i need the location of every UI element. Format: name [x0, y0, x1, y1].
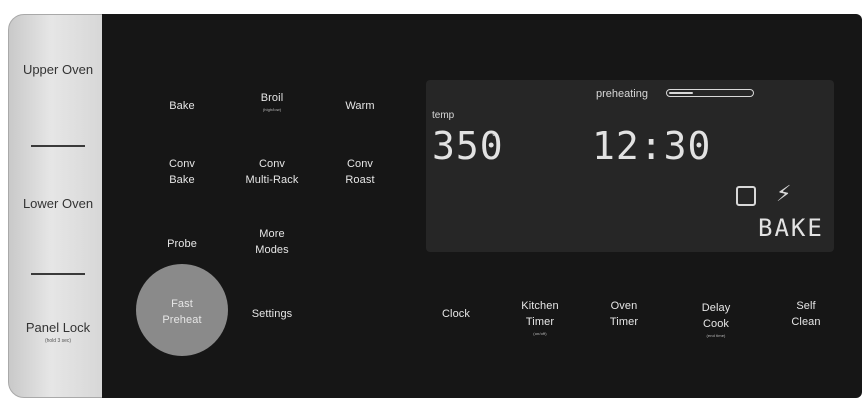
preheat-progress-bar: [666, 89, 754, 97]
conv-roast-label-2: Roast: [345, 174, 375, 186]
degree-mark: °: [492, 132, 497, 144]
lightning-icon: ⚡︎: [776, 181, 792, 206]
panel-lock-button[interactable]: Panel Lock (hold 3 sec): [15, 319, 101, 345]
panel-lock-hint: (hold 3 sec): [44, 338, 72, 344]
preheating-label: preheating: [596, 88, 648, 100]
more-modes-label-2: Modes: [255, 244, 289, 256]
lower-oven-button[interactable]: Lower Oven: [15, 195, 101, 213]
warm-button[interactable]: Warm: [305, 98, 415, 114]
self-clean-label-2: Clean: [791, 316, 821, 328]
preheat-progress-fill: [669, 91, 693, 94]
warm-label: Warm: [345, 100, 375, 112]
upper-oven-label-2: Oven: [61, 62, 94, 77]
kitchen-timer-hint: (on/off): [533, 331, 547, 336]
panel-lock-label-2: Lock: [62, 320, 91, 335]
oven-control-panel: Bake Broil (high/low) Warm Conv Bake Con…: [102, 14, 862, 398]
oven-select-panel: Upper Oven Lower Oven Panel Lock (hold 3…: [8, 14, 104, 398]
lower-oven-label-1: Lower: [22, 196, 59, 211]
more-modes-button[interactable]: More Modes: [217, 226, 327, 258]
settings-label: Settings: [251, 308, 293, 320]
panel-lock-label-1: Panel: [25, 320, 60, 335]
clock-readout: 12:30: [592, 124, 712, 168]
mode-readout: BAKE: [758, 214, 824, 242]
lower-oven-label-2: Oven: [61, 196, 94, 211]
self-clean-button[interactable]: Self Clean: [751, 298, 861, 330]
self-clean-label-1: Self: [796, 300, 816, 312]
temp-label: temp: [432, 110, 455, 121]
door-lock-icon: [736, 186, 756, 206]
upper-oven-label-1: Upper: [22, 62, 59, 77]
conv-roast-label-1: Conv: [346, 158, 374, 170]
more-modes-label-1: More: [259, 228, 285, 240]
divider: [31, 273, 85, 275]
upper-oven-button[interactable]: Upper Oven: [15, 61, 101, 79]
settings-button[interactable]: Settings: [217, 306, 327, 322]
oven-display: preheating temp 350 ° 12:30 ⚡︎ BAKE: [426, 80, 834, 252]
delay-cook-hint: (end time): [706, 333, 726, 338]
divider: [31, 145, 85, 147]
conv-roast-button[interactable]: Conv Roast: [305, 156, 415, 188]
